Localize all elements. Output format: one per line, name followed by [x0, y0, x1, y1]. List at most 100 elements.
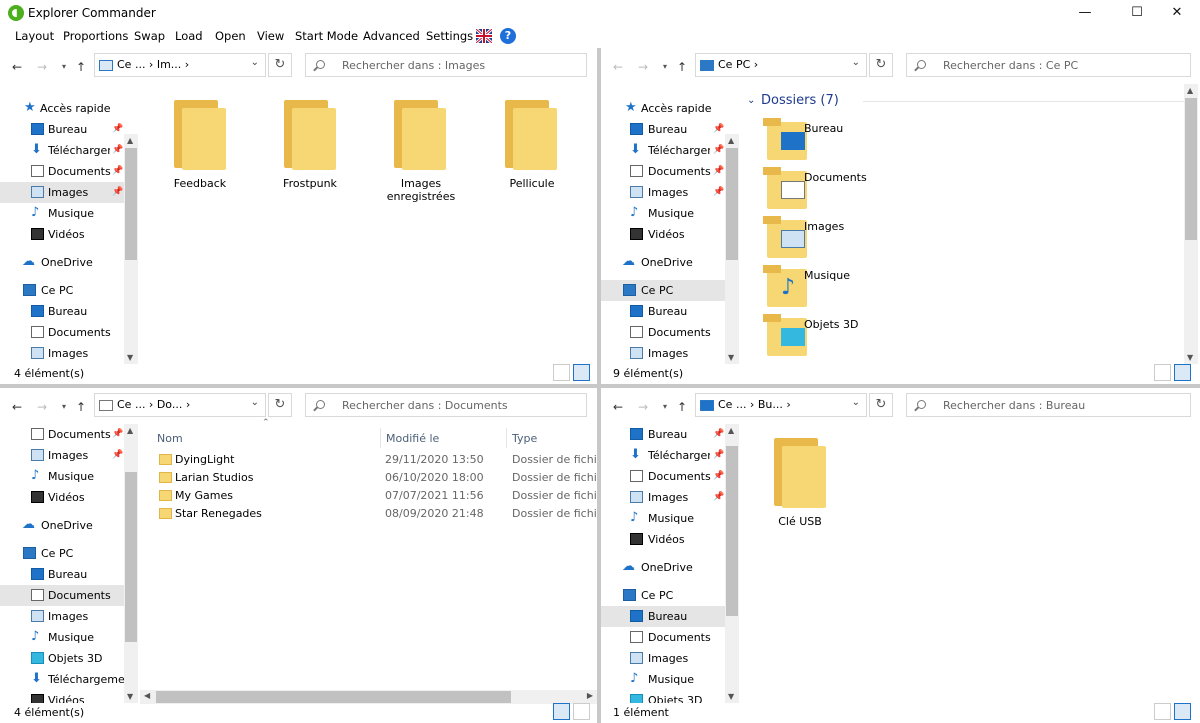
back-arrow-icon[interactable]: ←	[12, 400, 22, 414]
tree-item-images[interactable]: Images 📌	[601, 182, 725, 203]
up-arrow-icon[interactable]: ↑	[76, 60, 86, 74]
folder-label[interactable]: Frostpunk	[255, 177, 365, 190]
scroll-thumb[interactable]	[726, 446, 738, 616]
table-row[interactable]: My Games 07/07/2021 11:56 Dossier de fichi…	[155, 487, 597, 505]
tree-item-images[interactable]: Images	[0, 606, 124, 627]
scroll-down-icon[interactable]: ▼	[127, 692, 133, 701]
tree-item-images[interactable]: Images 📌	[0, 445, 124, 466]
history-dropdown-icon[interactable]: ▾	[663, 402, 667, 411]
search-box[interactable]: Rechercher dans : Images	[305, 53, 587, 77]
tree-item-3d-objects[interactable]: Objets 3D	[0, 648, 124, 669]
tree-item-downloads[interactable]: ⬇ Téléchargeme📌	[0, 140, 124, 161]
column-header-name[interactable]: Nom	[157, 432, 183, 445]
history-dropdown-icon[interactable]: ▾	[62, 62, 66, 71]
folder-tile-desktop[interactable]: Bureau	[763, 118, 1067, 164]
tree-item-documents[interactable]: Documents	[0, 585, 124, 606]
column-divider[interactable]	[380, 428, 381, 448]
search-box[interactable]: Rechercher dans : Bureau	[906, 393, 1191, 417]
history-dropdown-icon[interactable]: ▾	[663, 62, 667, 71]
menu-proportions[interactable]: Proportions	[63, 29, 128, 43]
minimize-button[interactable]: —	[1062, 0, 1108, 26]
chevron-down-icon[interactable]: ⌄	[251, 397, 259, 408]
back-arrow-icon[interactable]: ←	[613, 60, 623, 74]
tree-item-images[interactable]: Images	[601, 648, 725, 669]
pin-icon[interactable]: 📌	[112, 450, 123, 460]
scroll-thumb[interactable]	[125, 148, 137, 260]
folder-label[interactable]: Feedback	[145, 177, 255, 190]
tree-item-videos[interactable]: Vidéos	[601, 529, 725, 550]
address-bar[interactable]: Ce ... › Bu... › ⌄	[695, 393, 867, 417]
menu-open[interactable]: Open	[215, 29, 246, 43]
tree-item-quick-access[interactable]: ★ Accès rapide	[601, 98, 725, 119]
forward-arrow-icon[interactable]: →	[638, 60, 648, 74]
tree-item-desktop[interactable]: Bureau 📌	[601, 424, 725, 445]
chevron-down-icon[interactable]: ⌄	[852, 57, 860, 68]
tree-item-images[interactable]: Images 📌	[0, 182, 124, 203]
scroll-thumb[interactable]	[125, 472, 137, 642]
pin-icon[interactable]: 📌	[112, 145, 123, 155]
scroll-right-icon[interactable]: ▶	[587, 691, 593, 700]
details-view-icon[interactable]	[553, 364, 570, 381]
tree-item-videos[interactable]: Vidéos	[0, 487, 124, 508]
address-bar[interactable]: Ce ... › Do... › ⌄	[94, 393, 266, 417]
menu-start-mode[interactable]: Start Mode	[295, 29, 358, 43]
tree-item-this-pc[interactable]: Ce PC	[601, 585, 725, 606]
tree-item-desktop[interactable]: Bureau 📌	[0, 119, 124, 140]
content-scrollbar[interactable]: ▲ ▼	[1184, 84, 1198, 364]
folder-item[interactable]	[392, 100, 448, 170]
tree-scrollbar[interactable]: ▲ ▼	[124, 134, 138, 364]
uk-flag-icon[interactable]	[476, 29, 492, 43]
pin-icon[interactable]: 📌	[112, 429, 123, 439]
pin-icon[interactable]: 📌	[713, 166, 724, 176]
tree-item-documents[interactable]: Documents 📌	[0, 161, 124, 182]
tree-item-this-pc[interactable]: Ce PC	[601, 280, 725, 301]
pin-icon[interactable]: 📌	[713, 471, 724, 481]
folder-item[interactable]	[172, 100, 228, 170]
tree-item-videos[interactable]: Vidéos	[0, 690, 124, 703]
tree-item-desktop[interactable]: Bureau	[601, 301, 725, 322]
tree-item-desktop[interactable]: Bureau 📌	[601, 119, 725, 140]
tree-item-documents[interactable]: Documents 📌	[0, 424, 124, 445]
chevron-down-icon[interactable]: ⌄	[852, 397, 860, 408]
horizontal-scrollbar[interactable]: ◀ ▶	[140, 690, 597, 704]
large-icons-view-icon[interactable]	[573, 703, 590, 720]
tree-item-onedrive[interactable]: ☁ OneDrive	[0, 515, 124, 536]
tree-item-music[interactable]: ♪ Musique	[601, 669, 725, 690]
tree-item-documents[interactable]: Documents	[601, 627, 725, 648]
scroll-up-icon[interactable]: ▲	[728, 426, 734, 435]
tree-item-downloads[interactable]: ⬇ Téléchargements	[0, 669, 126, 690]
scroll-up-icon[interactable]: ▲	[127, 426, 133, 435]
tree-item-desktop[interactable]: Bureau	[601, 606, 725, 627]
section-header[interactable]: Dossiers (7)	[761, 93, 839, 108]
tree-item-onedrive[interactable]: ☁ OneDrive	[0, 252, 124, 273]
pin-icon[interactable]: 📌	[713, 187, 724, 197]
up-arrow-icon[interactable]: ↑	[76, 400, 86, 414]
help-icon[interactable]: ?	[500, 28, 516, 44]
forward-arrow-icon[interactable]: →	[638, 400, 648, 414]
scroll-down-icon[interactable]: ▼	[728, 353, 734, 362]
folder-tile-documents[interactable]: Documents	[763, 167, 1067, 213]
tree-item-images[interactable]: Images 📌	[601, 487, 725, 508]
tree-item-documents[interactable]: Documents	[601, 322, 725, 343]
chevron-down-icon[interactable]: ⌄	[251, 57, 259, 68]
pin-icon[interactable]: 📌	[112, 166, 123, 176]
tree-item-videos[interactable]: Vidéos	[0, 224, 124, 245]
tree-scrollbar[interactable]: ▲ ▼	[725, 134, 739, 364]
details-view-icon[interactable]	[1154, 364, 1171, 381]
column-header-type[interactable]: Type	[512, 432, 537, 445]
scroll-down-icon[interactable]: ▼	[728, 692, 734, 701]
refresh-button[interactable]: ↻	[869, 393, 893, 417]
folder-item[interactable]	[282, 100, 338, 170]
scroll-up-icon[interactable]: ▲	[127, 136, 133, 145]
details-view-icon[interactable]	[553, 703, 570, 720]
large-icons-view-icon[interactable]	[573, 364, 590, 381]
tree-item-quick-access[interactable]: ★ Accès rapide	[0, 98, 124, 119]
menu-swap[interactable]: Swap	[134, 29, 165, 43]
scroll-down-icon[interactable]: ▼	[1187, 353, 1193, 362]
scroll-up-icon[interactable]: ▲	[1187, 86, 1193, 95]
tree-scrollbar[interactable]: ▲ ▼	[725, 424, 739, 703]
refresh-button[interactable]: ↻	[268, 53, 292, 77]
back-arrow-icon[interactable]: ←	[613, 400, 623, 414]
tree-item-images[interactable]: Images	[601, 343, 725, 364]
refresh-button[interactable]: ↻	[869, 53, 893, 77]
